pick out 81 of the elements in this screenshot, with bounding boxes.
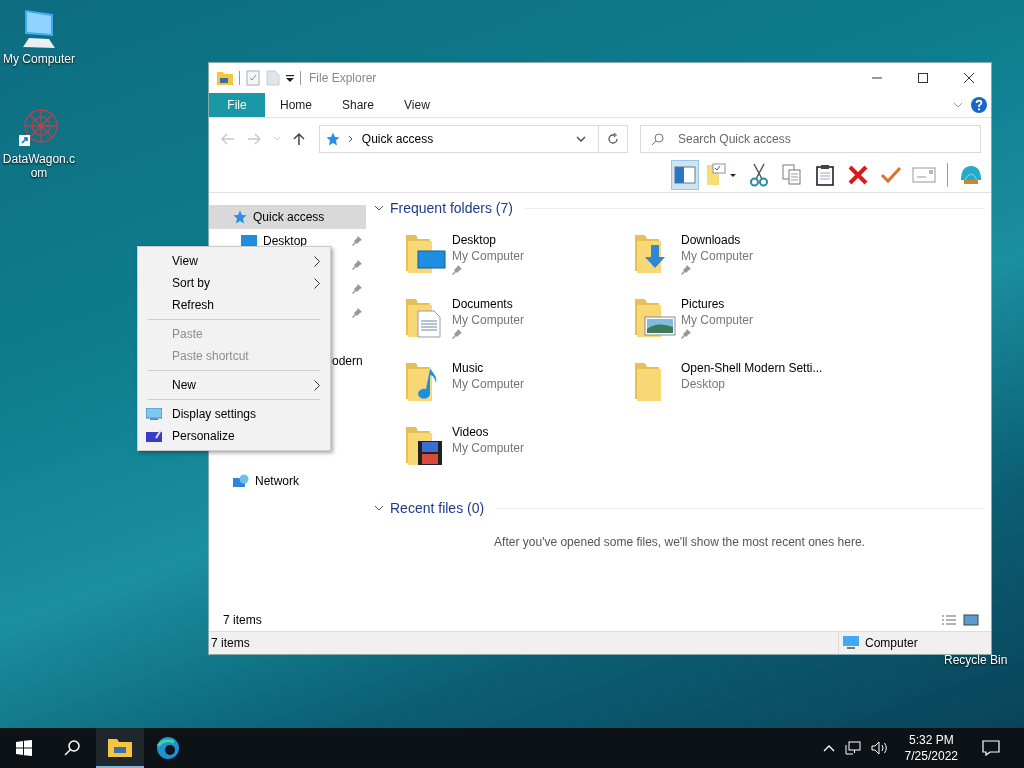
pin-icon[interactable] [452,265,462,275]
section-heading[interactable]: Frequent folders (7) [390,200,513,216]
ribbon-tab[interactable]: Home [265,93,327,117]
folder-location: My Computer [452,249,525,263]
star-icon [233,210,247,224]
file-explorer-taskbar-button[interactable] [96,728,144,768]
menu-item[interactable]: Display settings [138,403,330,425]
clock[interactable]: 5:32 PM 7/25/2022 [904,732,958,764]
search-box[interactable]: Search Quick access [639,125,981,153]
windows-logo-icon[interactable] [16,740,32,756]
details-view-icon[interactable] [941,614,957,626]
folder-location: Desktop [681,377,727,391]
folder-location: My Computer [681,313,754,327]
folder-name[interactable]: Desktop [452,233,525,247]
folder-location: My Computer [452,441,525,455]
item-count: 7 items [223,613,262,627]
pin-icon[interactable] [681,329,691,339]
network-icon [233,474,249,488]
folder-icon [108,737,132,757]
search-icon [650,132,664,146]
monitor-icon [146,408,162,420]
folder-name[interactable]: Open-Shell Modern Setti... [681,361,823,375]
desktop-icon-label[interactable]: DataWagon.com [2,152,76,180]
pin-icon[interactable] [452,329,462,339]
search-field[interactable]: Search Quick access [675,131,960,147]
chevron-up-icon[interactable] [822,744,835,752]
menu-item[interactable]: View [138,250,330,272]
address-path: Quick access [361,132,434,146]
menu-item[interactable]: Sort by [138,272,330,294]
up-arrow-icon[interactable] [292,132,305,146]
section-heading[interactable]: Recent files (0) [390,500,485,516]
folder-name[interactable]: Videos [452,425,525,439]
folder-location: My Computer [681,249,754,263]
folder-location: My Computer [452,313,525,327]
close-icon[interactable] [963,72,975,84]
computer-icon[interactable] [21,8,57,50]
chevron-icon[interactable] [374,204,384,212]
pin-icon[interactable] [352,260,362,270]
speaker-icon[interactable] [870,741,889,755]
menu-item[interactable]: Personalize [138,425,330,447]
address-bar[interactable]: Quick access [318,125,628,153]
empty-message: After you've opened some files, we'll show the most recent ones here. [493,535,866,549]
clock-date: 7/25/2022 [904,748,958,764]
pin-icon[interactable] [352,308,362,318]
folder-name[interactable]: Pictures [681,297,754,311]
chevron-icon[interactable] [374,504,384,512]
window-title: File Explorer [309,71,377,85]
preview-pane-button[interactable] [671,160,699,190]
desktop-icon-label[interactable]: Recycle Bin [944,653,1008,667]
pin-icon[interactable] [681,265,691,275]
dropdown-icon[interactable] [286,74,294,82]
large-icons-view-icon[interactable] [963,614,979,626]
maximize-icon[interactable] [917,72,929,84]
notifications-icon[interactable] [982,740,1000,756]
browser-icon [156,736,180,760]
menu-item[interactable]: New [138,374,330,396]
nav-item[interactable]: Network [209,469,366,493]
properties-icon[interactable] [246,70,260,86]
folder-name[interactable]: Documents [452,297,525,311]
star-icon [325,132,340,146]
menu-item[interactable]: Refresh [138,294,330,316]
personalize-icon [146,430,162,442]
folder-location: My Computer [452,377,525,391]
pin-icon[interactable] [352,284,362,294]
computer-icon [843,636,859,650]
ribbon-tab[interactable]: Share [327,93,390,117]
help-icon[interactable] [971,97,987,113]
nav-item[interactable]: Quick access [209,205,366,229]
status-location: Computer [865,636,918,650]
refresh-icon [606,133,619,145]
chevron-down-icon[interactable] [575,136,586,142]
desktop-icon-label[interactable]: My Computer [2,52,76,66]
network-icon[interactable] [844,741,861,755]
folder-name[interactable]: Downloads [681,233,754,247]
clock-time: 5:32 PM [908,732,954,748]
search-icon[interactable] [64,740,80,756]
chevron-right-icon [347,135,354,143]
status-item-count: 7 items [211,636,250,650]
ribbon-tab[interactable]: View [389,93,445,117]
folder-name[interactable]: Music [452,361,525,375]
pin-icon[interactable] [352,236,362,246]
